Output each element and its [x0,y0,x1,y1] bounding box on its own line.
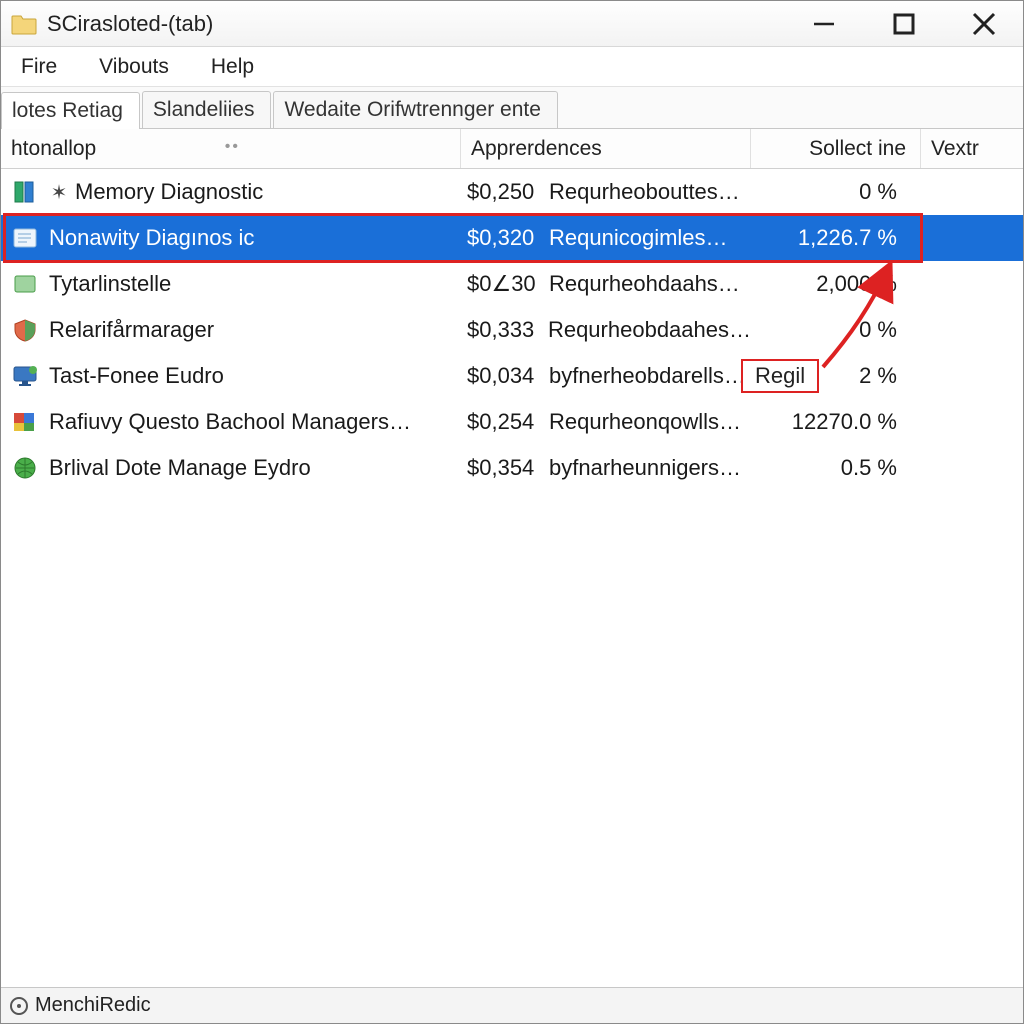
row-amount: $0,354 [467,455,549,481]
table-row[interactable]: Relarifårmarager $0,333Requrheobdaahes… … [1,307,1023,353]
row-name: Nonawity Diagınos ic [49,225,254,251]
memory-icon [11,180,39,204]
tab-slandeliies[interactable]: Slandeliies [142,91,272,128]
tab-wedaite[interactable]: Wedaite Orifwtrennger ente [273,91,557,128]
row-pct: 0.5 % [751,455,921,481]
row-pct: 12270.0 % [751,409,921,435]
row-amount: $0,320 [467,225,549,251]
statusbar: MenchiRedic [1,987,1023,1023]
column-header-soll[interactable]: Sollect ine [751,129,921,168]
row-desc: Requnicogimles… [549,225,728,251]
row-name: Tytarlinstelle [49,271,171,297]
column-header-name-label: htonallop [11,137,96,161]
status-icon [9,996,29,1016]
table-row[interactable]: Tast-Fonee Eudro $0,034byfnerheobdarells… [1,353,1023,399]
row-name: Memory Diagnostic [75,179,263,205]
row-pct: 0 % [751,179,921,205]
window-title: SCirasloted-(tab) [47,11,801,37]
minimize-icon [810,10,838,38]
row-desc: Requrheonqowlls… [549,409,741,435]
row-desc: byfnarheunnigers… [549,455,741,481]
row-desc: byfnerheobdarells… [549,363,746,389]
shield-icon [11,318,39,342]
row-amount: $0,254 [467,409,549,435]
column-header-app[interactable]: Apprerdences [461,129,751,168]
row-desc: Requrheobdaahes… [548,317,751,343]
row-pct: 2,000 % [751,271,921,297]
close-button[interactable] [961,8,1007,40]
puzzle-icon [11,410,39,434]
column-headers: htonallop •• Apprerdences Sollect ine Ve… [1,129,1023,169]
list-body: ✶ Memory Diagnostic $0,250Requrheoboutte… [1,169,1023,987]
row-name: Brlival Dote Manage Eydro [49,455,311,481]
app-icon [11,272,39,296]
column-header-name[interactable]: htonallop •• [1,129,461,168]
document-icon [11,226,39,250]
maximize-icon [891,11,917,37]
minimize-button[interactable] [801,8,847,40]
row-pct: 0 % [751,317,921,343]
menu-help[interactable]: Help [205,51,260,83]
folder-icon [11,13,37,35]
maximize-button[interactable] [881,8,927,40]
table-row[interactable]: Tytarlinstelle $0∠30Requrheohdaahs… 2,00… [1,261,1023,307]
menu-fire[interactable]: Fire [15,51,63,83]
drag-handle-icon[interactable]: •• [225,138,240,160]
table-row[interactable]: Rafiuvy Questo Bachool Managers… $0,254R… [1,399,1023,445]
table-row[interactable]: ✶ Memory Diagnostic $0,250Requrheoboutte… [1,169,1023,215]
close-icon [969,9,999,39]
titlebar: SCirasloted-(tab) [1,1,1023,47]
tab-lotes-retiag[interactable]: lotes Retiag [1,92,140,129]
row-name: Relarifårmarager [49,317,214,343]
row-pct: 1,226.7 % [751,225,921,251]
table-row[interactable]: Nonawity Diagınos ic $0,320Requnicogimle… [1,215,1023,261]
globe-icon [11,456,39,480]
row-glyph: ✶ [49,180,69,205]
row-amount: $0,333 [467,317,548,343]
table-row[interactable]: Brlival Dote Manage Eydro $0,354byfnarhe… [1,445,1023,491]
row-desc: Requrheohdaahs… [549,271,740,297]
row-desc: Requrheobouttes… [549,179,740,205]
tab-row: lotes Retiag Slandeliies Wedaite Orifwtr… [1,87,1023,129]
column-header-vex[interactable]: Vextr [921,129,1023,168]
menu-vibouts[interactable]: Vibouts [93,51,175,83]
row-name: Rafiuvy Questo Bachool Managers… [49,409,411,435]
monitor-icon [11,364,39,388]
app-window: SCirasloted-(tab) Fire Vibouts Help lote… [0,0,1024,1024]
row-amount: $0∠30 [467,271,549,297]
statusbar-text: MenchiRedic [35,994,151,1017]
row-amount: $0,250 [467,179,549,205]
menubar: Fire Vibouts Help [1,47,1023,87]
window-controls [801,8,1017,40]
row-amount: $0,034 [467,363,549,389]
annotation-callout-label: Regil [741,359,819,393]
row-name: Tast-Fonee Eudro [49,363,224,389]
